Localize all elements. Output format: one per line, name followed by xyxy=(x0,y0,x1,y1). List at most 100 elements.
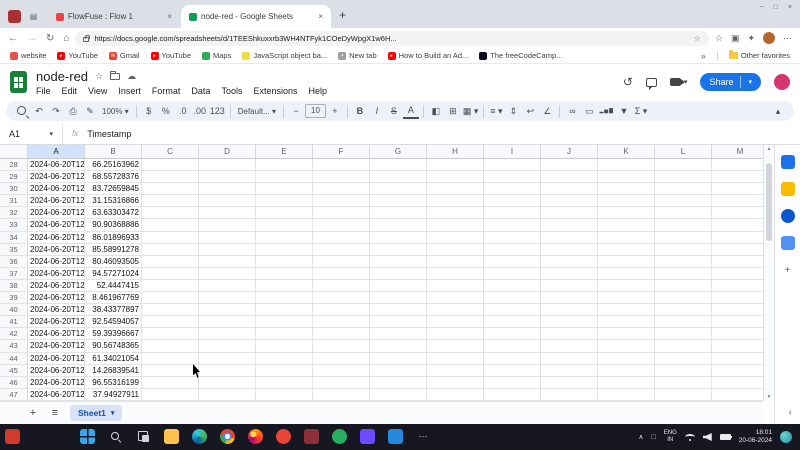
close-icon[interactable]: × xyxy=(788,4,792,11)
empty-cells[interactable] xyxy=(142,183,763,194)
edge-icon[interactable] xyxy=(192,429,207,444)
collections-icon[interactable]: ▣ xyxy=(731,33,740,44)
wifi-icon[interactable] xyxy=(685,434,695,440)
volume-icon[interactable] xyxy=(703,433,712,441)
cell-timestamp[interactable]: 2024-06-20T12: xyxy=(28,389,85,400)
cell-timestamp[interactable]: 2024-06-20T12: xyxy=(28,340,85,351)
comment-history-icon[interactable] xyxy=(646,78,657,87)
row-header[interactable]: 38 xyxy=(0,280,28,291)
calendar-icon[interactable] xyxy=(781,155,795,169)
forward-icon[interactable]: → xyxy=(27,33,37,44)
cell-timestamp[interactable]: 2024-06-20T12: xyxy=(28,365,85,376)
file-explorer-icon[interactable] xyxy=(164,429,179,444)
keep-icon[interactable] xyxy=(781,182,795,196)
print-icon[interactable]: ⎙ xyxy=(65,102,81,120)
bookmark-item[interactable]: JavaScript object ba... xyxy=(242,51,327,60)
text-rotate-icon[interactable]: ∠ xyxy=(539,102,555,120)
zoom-select[interactable]: 100% ▾ xyxy=(99,107,132,116)
column-header[interactable]: K xyxy=(598,145,655,158)
all-sheets-icon[interactable]: ≡ xyxy=(48,407,62,419)
decrease-decimal-icon[interactable]: .0 xyxy=(175,102,191,120)
row-header[interactable]: 30 xyxy=(0,183,28,194)
vscode-icon[interactable] xyxy=(388,429,403,444)
column-header[interactable]: B xyxy=(85,145,142,158)
tab-close-icon[interactable]: × xyxy=(167,12,172,21)
cell-timestamp[interactable]: 2024-06-20T12: xyxy=(28,244,85,255)
widgets-icon[interactable] xyxy=(5,429,20,444)
sheet-tab-caret-icon[interactable]: ▾ xyxy=(111,409,115,417)
cell-value[interactable]: 37.94927911 xyxy=(85,389,142,400)
cell-timestamp[interactable]: 2024-06-20T12: xyxy=(28,377,85,388)
increase-decimal-icon[interactable]: .00 xyxy=(192,102,208,120)
menu-item[interactable]: Data xyxy=(191,86,210,96)
empty-cells[interactable] xyxy=(142,256,763,267)
column-header[interactable]: F xyxy=(313,145,370,158)
chrome-icon[interactable] xyxy=(220,429,235,444)
more-formats-icon[interactable]: 123 xyxy=(209,102,226,120)
battery-icon[interactable] xyxy=(720,434,731,440)
tab-actions-icon[interactable]: ▤ xyxy=(27,10,40,23)
other-favorites[interactable]: Other favorites xyxy=(729,51,790,60)
empty-cells[interactable] xyxy=(142,292,763,303)
name-box[interactable]: A1 ▾ xyxy=(0,129,62,139)
cell-value[interactable]: 38.43377897 xyxy=(85,304,142,315)
cell-value[interactable]: 66.25163962 xyxy=(85,159,142,170)
row-header[interactable]: 34 xyxy=(0,232,28,243)
spreadsheet-grid[interactable]: A B C D E F G H I J K L xyxy=(0,145,763,401)
text-color-icon[interactable]: A xyxy=(403,103,419,119)
pinned-app-purple-icon[interactable] xyxy=(360,429,375,444)
cell-timestamp[interactable]: 2024-06-20T12: xyxy=(28,353,85,364)
collapse-panel-icon[interactable]: ‹ xyxy=(789,407,792,418)
column-header[interactable]: A xyxy=(28,145,85,158)
empty-cells[interactable] xyxy=(142,353,763,364)
toolbar-separator[interactable] xyxy=(283,105,284,118)
bookmark-item[interactable]: Maps xyxy=(202,51,231,60)
contacts-icon[interactable] xyxy=(781,236,795,250)
menu-item[interactable]: Help xyxy=(308,86,327,96)
cell-value[interactable]: 59.39396667 xyxy=(85,328,142,339)
row-header[interactable]: 33 xyxy=(0,219,28,230)
refresh-icon[interactable]: ↻ xyxy=(46,33,54,44)
bold-icon[interactable]: B xyxy=(352,102,368,120)
column-header[interactable]: L xyxy=(655,145,712,158)
empty-cells[interactable] xyxy=(142,159,763,170)
insert-comment-icon[interactable]: ▭ xyxy=(581,102,597,120)
cell-timestamp[interactable]: 2024-06-20T12: xyxy=(28,280,85,291)
merge-cells-icon[interactable]: ▦ ▾ xyxy=(462,102,480,120)
column-header[interactable]: C xyxy=(142,145,199,158)
search-icon[interactable] xyxy=(14,103,30,119)
more-apps-icon[interactable]: ⋯ xyxy=(416,429,431,444)
pinned-app-maroon-icon[interactable] xyxy=(304,429,319,444)
row-header[interactable]: 36 xyxy=(0,256,28,267)
bookmark-item[interactable]: ▸ YouTube xyxy=(57,51,97,60)
minimize-icon[interactable]: − xyxy=(760,4,764,11)
font-size-input[interactable]: 10 xyxy=(305,104,326,118)
strikethrough-icon[interactable]: S xyxy=(386,102,402,120)
hide-menus-icon[interactable]: ▴ xyxy=(770,102,786,120)
empty-cells[interactable] xyxy=(142,195,763,206)
empty-cells[interactable] xyxy=(142,389,763,400)
cell-value[interactable]: 90.56748365 xyxy=(85,340,142,351)
cell-value[interactable]: 86.01896933 xyxy=(85,232,142,243)
cell-timestamp[interactable]: 2024-06-20T12: xyxy=(28,292,85,303)
firefox-icon[interactable] xyxy=(248,429,263,444)
empty-cells[interactable] xyxy=(142,268,763,279)
empty-cells[interactable] xyxy=(142,280,763,291)
cell-value[interactable]: 83.72659845 xyxy=(85,183,142,194)
redo-icon[interactable]: ↷ xyxy=(48,102,64,120)
tab-close-icon[interactable]: × xyxy=(318,12,323,21)
home-icon[interactable]: ⌂ xyxy=(63,33,69,44)
increase-font-size-icon[interactable]: + xyxy=(327,102,343,120)
row-header[interactable]: 35 xyxy=(0,244,28,255)
browser-menu-icon[interactable]: ⋯ xyxy=(783,33,792,44)
clock[interactable]: 18:01 20-06-2024 xyxy=(739,429,772,446)
column-header[interactable]: M xyxy=(712,145,763,158)
text-wrap-icon[interactable]: ↩ xyxy=(522,102,538,120)
font-select[interactable]: Default... ▾ xyxy=(235,107,279,116)
menu-item[interactable]: Extensions xyxy=(253,86,297,96)
cell-timestamp[interactable]: 2024-06-20T12: xyxy=(28,328,85,339)
menu-item[interactable]: Format xyxy=(152,86,181,96)
notification-icon[interactable] xyxy=(780,431,792,443)
cell-timestamp[interactable]: 2024-06-20T12: xyxy=(28,268,85,279)
tasks-icon[interactable] xyxy=(781,209,795,223)
